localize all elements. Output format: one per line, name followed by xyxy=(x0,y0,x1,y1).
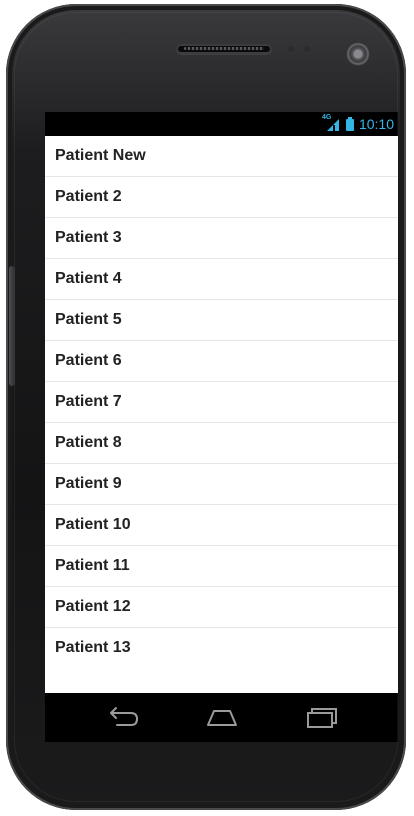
recent-apps-icon xyxy=(301,703,341,731)
status-bar: 4G 10:10 xyxy=(45,112,398,136)
patient-list-item[interactable]: Patient 11 xyxy=(45,546,398,587)
light-sensor xyxy=(304,46,310,52)
patient-list-item[interactable]: Patient 6 xyxy=(45,341,398,382)
patient-list-item[interactable]: Patient 4 xyxy=(45,259,398,300)
patient-list-item[interactable]: Patient 13 xyxy=(45,628,398,668)
volume-button xyxy=(9,266,15,386)
patient-list-item[interactable]: Patient 5 xyxy=(45,300,398,341)
patient-list-item[interactable]: Patient 7 xyxy=(45,382,398,423)
navigation-bar xyxy=(45,693,398,742)
back-button[interactable] xyxy=(103,703,143,731)
home-button[interactable] xyxy=(202,703,242,731)
patient-list[interactable]: Patient New Patient 2 Patient 3 Patient … xyxy=(45,136,398,693)
phone-frame: 4G 10:10 Patient New Patient 2 Patient 3… xyxy=(6,4,406,810)
status-clock: 10:10 xyxy=(358,116,394,132)
status-icons: 4G 10:10 xyxy=(321,114,394,133)
back-icon xyxy=(103,703,143,731)
home-icon xyxy=(202,703,242,731)
patient-list-item[interactable]: Patient 2 xyxy=(45,177,398,218)
recent-apps-button[interactable] xyxy=(301,703,341,731)
network-type-label: 4G xyxy=(321,114,332,121)
patient-list-item[interactable]: Patient New xyxy=(45,136,398,177)
patient-list-item[interactable]: Patient 9 xyxy=(45,464,398,505)
patient-list-item[interactable]: Patient 12 xyxy=(45,587,398,628)
front-camera-icon xyxy=(346,42,370,66)
signal-icon: 4G xyxy=(321,114,341,132)
patient-list-item[interactable]: Patient 8 xyxy=(45,423,398,464)
screen: 4G 10:10 Patient New Patient 2 Patient 3… xyxy=(45,112,398,742)
patient-list-item[interactable]: Patient 3 xyxy=(45,218,398,259)
patient-list-item[interactable]: Patient 10 xyxy=(45,505,398,546)
earpiece-speaker xyxy=(176,44,272,54)
proximity-sensor xyxy=(288,46,294,52)
battery-icon xyxy=(345,117,354,131)
